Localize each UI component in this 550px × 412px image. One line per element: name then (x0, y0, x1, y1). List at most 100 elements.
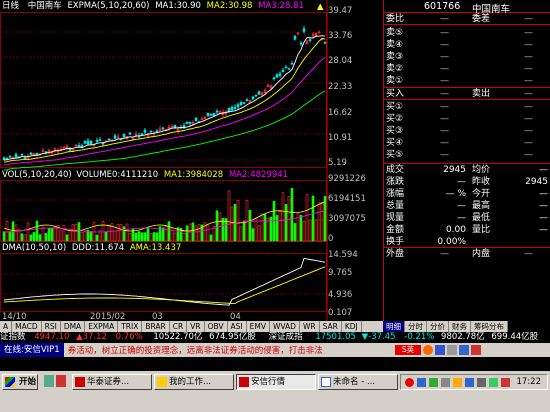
index-volume: 674.95亿股 (209, 332, 256, 342)
tab-macd[interactable]: MACD (12, 321, 42, 332)
tab-cr[interactable]: CR (170, 321, 188, 332)
tab-timeshare[interactable]: 分时 (405, 321, 427, 332)
level-volume: — (524, 138, 533, 148)
candle-body (8, 155, 12, 158)
tray-icon[interactable] (441, 378, 450, 387)
volume-bar (182, 232, 186, 242)
tab-sar[interactable]: SAR (320, 321, 342, 332)
tab-wvad[interactable]: WVAD (270, 321, 300, 332)
vol-axis-label: 0 (328, 234, 334, 244)
buy-level-row[interactable]: 买④ — — (384, 137, 550, 149)
tab-wr[interactable]: WR (300, 321, 320, 332)
stock-code: 601766 (424, 1, 461, 12)
windows-logo-icon (5, 377, 15, 387)
volume-bar (140, 232, 144, 242)
status-message[interactable]: 券活动，树立正确的投资理念，远离非法证券活动的侵害，打击非法 (68, 344, 323, 356)
field-value: — (539, 189, 548, 199)
tab-asi[interactable]: ASI (228, 321, 247, 332)
volume-bar (62, 225, 66, 242)
sogou-icon[interactable]: S英 (395, 345, 421, 355)
vol-ma1-value: MA1:3984028 (163, 170, 224, 180)
quote-field-row: 涨幅 — % 今开 — (384, 188, 550, 200)
tool-icon[interactable] (459, 345, 469, 355)
candle-body (149, 130, 153, 133)
candle-body (155, 130, 159, 133)
volume-bar (275, 215, 279, 242)
task-anxin[interactable]: 安信行情 (236, 374, 316, 390)
tray-icon[interactable] (501, 378, 510, 387)
start-button[interactable]: 开始 (2, 374, 38, 390)
vol-axis-label: 9291226 (328, 174, 366, 184)
field-label: 最高 (472, 201, 491, 211)
tray-icon[interactable] (405, 378, 414, 387)
chart-area[interactable]: 日线 中国南车 EXPMA(5,10,20,60) MA1:30.90 MA2:… (0, 0, 383, 332)
tab-trix[interactable]: TRIX (118, 321, 143, 332)
inner-value: — (524, 249, 533, 259)
buy-level-row[interactable]: 买② — — (384, 113, 550, 125)
online-status[interactable]: 在线:安信VIP1 (0, 343, 64, 357)
settings-icon[interactable] (471, 345, 481, 355)
speaker-icon[interactable] (477, 378, 486, 387)
tab-expma[interactable]: EXPMA (85, 321, 119, 332)
sell-level-row[interactable]: 卖① — — (384, 75, 550, 87)
tab-dma[interactable]: DMA (61, 321, 86, 332)
volume-bar (206, 224, 210, 242)
volume-bar (215, 210, 219, 242)
sell-level-row[interactable]: 卖② — — (384, 63, 550, 75)
buy-level-row[interactable]: 买③ — — (384, 125, 550, 137)
index-ticker-bar[interactable]: 证指数 4947.10 ▲37.12 0.76% 10522.70亿 674.9… (0, 332, 550, 343)
tab-chip-dist[interactable]: 筹码分布 (471, 321, 508, 332)
tab-obv[interactable]: OBV (205, 321, 228, 332)
quicklaunch-icon[interactable] (56, 375, 66, 387)
sell-level-row[interactable]: 卖③ — — (384, 51, 550, 63)
tab-rsi[interactable]: RSI (42, 321, 61, 332)
candle-body (308, 39, 312, 41)
sz-volume: 699.44亿股 (491, 332, 539, 342)
tray-icon[interactable] (465, 378, 474, 387)
sell-level-row[interactable]: 卖④ — — (384, 39, 550, 51)
candle-body (29, 152, 33, 155)
clock[interactable]: 17:22 (517, 377, 542, 387)
task-workspace[interactable]: 我的工作... (154, 374, 234, 390)
ma-line (3, 35, 326, 161)
level-price: — (440, 76, 449, 86)
moon-icon[interactable] (423, 345, 433, 355)
tab-detail[interactable]: 明细 (383, 321, 405, 332)
candle-body (23, 157, 27, 159)
tab-finance[interactable]: 财务 (449, 321, 471, 332)
buy-level-row[interactable]: 买⑤ — — (384, 149, 550, 161)
index-price: 4947.10 (34, 332, 70, 342)
sell-level-row[interactable]: 卖⑤ — — (384, 27, 550, 39)
volume-bar (47, 228, 51, 242)
tray-icon[interactable] (417, 378, 426, 387)
tray-icon[interactable] (429, 378, 438, 387)
price-pane-arrow-icon[interactable]: ▲ (317, 2, 324, 12)
volume-bar (68, 230, 72, 242)
price-axis-label: 16.62 (328, 108, 353, 118)
task-huatai[interactable]: 华泰证券... (72, 374, 152, 390)
tab-emv[interactable]: EMV (247, 321, 270, 332)
tab-brar[interactable]: BRAR (142, 321, 170, 332)
tab-kdj[interactable]: KDJ (342, 321, 362, 332)
tab-vr[interactable]: VR (187, 321, 205, 332)
shirt-icon[interactable] (447, 345, 457, 355)
keyboard-icon[interactable] (435, 345, 445, 355)
tab-a[interactable]: A (0, 321, 13, 332)
candle-body (113, 135, 117, 139)
candle-body (20, 153, 24, 156)
volume-bar (248, 209, 252, 242)
candle-body (242, 102, 246, 104)
tray-icon[interactable] (453, 378, 462, 387)
volume-bar (38, 234, 42, 242)
volume-bar (146, 227, 150, 242)
candle-body (89, 140, 93, 145)
level-volume: — (524, 40, 533, 50)
volume-bar (185, 225, 189, 242)
kline-chart[interactable] (0, 0, 383, 321)
task-untitled[interactable]: 未命名 - ... (318, 374, 398, 390)
candle-body (95, 140, 99, 142)
quicklaunch-icon[interactable] (44, 375, 54, 387)
tray-icon[interactable] (489, 378, 498, 387)
buy-level-row[interactable]: 买① — — (384, 101, 550, 113)
tab-price-dist[interactable]: 分价 (427, 321, 449, 332)
